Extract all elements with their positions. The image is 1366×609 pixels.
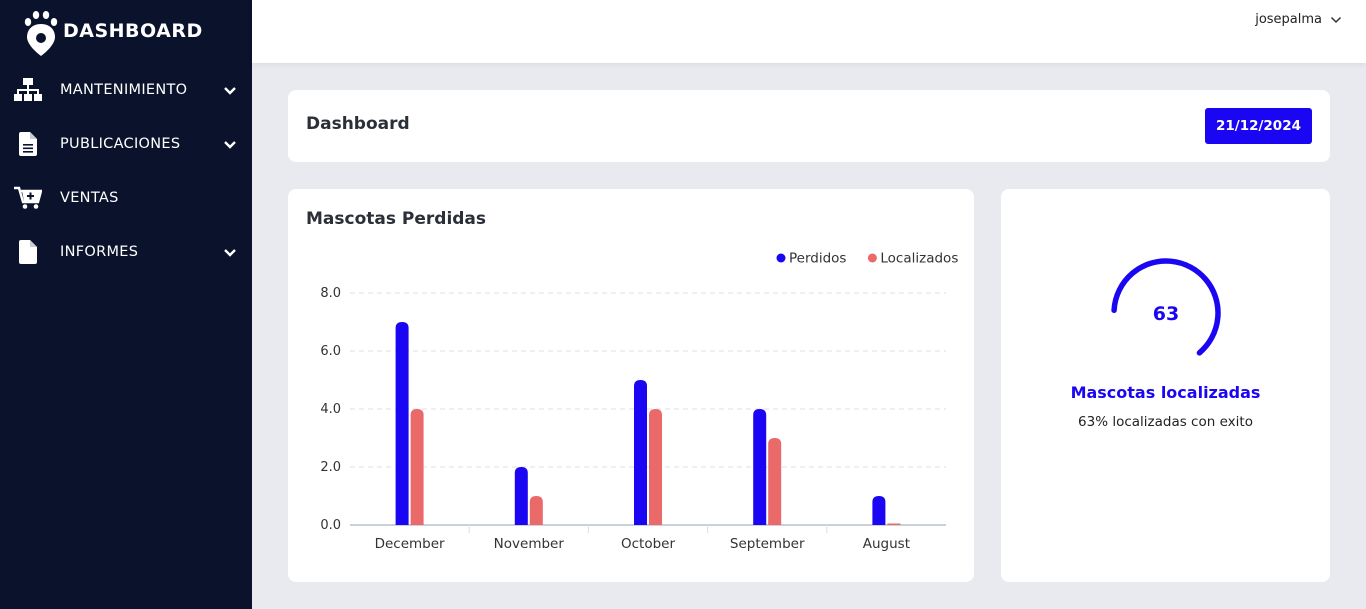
legend-marker (776, 253, 786, 263)
bar-perdidos (514, 467, 528, 525)
stat-card: 63 Mascotas localizadas 63% localizadas … (1001, 189, 1330, 582)
x-tick-label: September (730, 536, 805, 552)
sidebar-item-label: INFORMES (60, 244, 139, 260)
bar-localizados (649, 409, 662, 525)
chevron-down-icon (224, 249, 236, 257)
sidebar-item-mantenimiento[interactable]: MANTENIMIENTO (0, 70, 252, 110)
x-tick-label: October (621, 536, 675, 552)
legend-label: Localizados (880, 251, 958, 267)
page-header-card: Dashboard 21/12/2024 (288, 90, 1330, 162)
chart-card: Mascotas Perdidas 0.0 2.0 4.0 6.0 8.0 Decembe… (288, 189, 974, 582)
bar-perdidos (872, 496, 886, 525)
chevron-down-icon (1330, 16, 1342, 23)
x-tick-label: December (375, 536, 445, 552)
bar-chart: 0.0 2.0 4.0 6.0 8.0 December November October Se… (320, 251, 958, 553)
user-menu[interactable]: josepalma (1255, 12, 1342, 27)
sidebar-item-label: VENTAS (60, 190, 119, 206)
document-icon (14, 130, 42, 158)
legend-label: Perdidos (789, 251, 846, 267)
sidebar-item-publicaciones[interactable]: PUBLICACIONES (0, 124, 252, 164)
date-button[interactable]: 21/12/2024 (1205, 108, 1312, 144)
bar-localizados (768, 438, 782, 525)
bar-perdidos (753, 409, 767, 525)
bar-localizados (529, 496, 543, 525)
progress-ring: 63 (1111, 258, 1221, 368)
sidebar-item-label: MANTENIMIENTO (60, 82, 188, 98)
paw-location-pin-icon (24, 11, 58, 56)
topbar: josepalma (252, 0, 1366, 63)
brand[interactable]: DASHBOARD (0, 0, 252, 62)
brand-title: DASHBOARD (63, 20, 203, 42)
file-icon (14, 238, 42, 266)
stat-subtitle: 63% localizadas con exito (1078, 414, 1253, 430)
sidebar-item-ventas[interactable]: VENTAS (0, 178, 252, 218)
y-tick-label: 8.0 (320, 286, 341, 301)
sitemap-icon (14, 76, 42, 104)
legend-marker (867, 253, 877, 263)
user-name: josepalma (1255, 12, 1322, 27)
y-tick-label: 2.0 (320, 460, 341, 475)
sidebar: DASHBOARD MANTENIMIENTO PUBLICACIONES VE… (0, 0, 252, 609)
chevron-down-icon (224, 141, 236, 149)
cart-plus-icon (14, 184, 42, 212)
bar-perdidos (395, 322, 409, 525)
x-tick-label: November (494, 536, 565, 552)
y-tick-label: 0.0 (320, 518, 341, 533)
progress-ring-value: 63 (1153, 303, 1179, 325)
x-tick-label: August (863, 536, 910, 552)
bar-localizados (887, 523, 901, 525)
y-tick-label: 6.0 (320, 344, 341, 359)
chevron-down-icon (224, 87, 236, 95)
bar-localizados (410, 409, 424, 525)
page-title: Dashboard (306, 114, 410, 134)
stat-title: Mascotas localizadas (1070, 383, 1261, 402)
sidebar-item-informes[interactable]: INFORMES (0, 232, 252, 272)
bar-perdidos (634, 380, 647, 525)
sidebar-item-label: PUBLICACIONES (60, 136, 181, 152)
y-tick-label: 4.0 (320, 402, 341, 417)
